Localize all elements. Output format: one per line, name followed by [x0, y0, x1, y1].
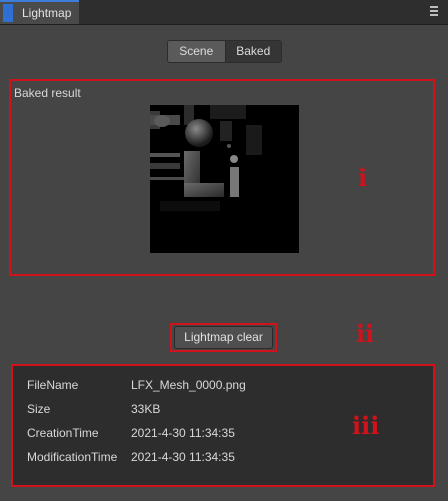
- tab-lightmap[interactable]: Lightmap: [0, 0, 79, 24]
- view-toggle: Scene Baked: [167, 40, 282, 63]
- info-key: Size: [27, 402, 51, 416]
- info-key: ModificationTime: [27, 450, 118, 464]
- scene-button[interactable]: Scene: [168, 41, 225, 62]
- annotation-marker-i: i: [358, 163, 368, 192]
- panel-titlebar: Lightmap: [0, 0, 448, 25]
- hamburger-menu-icon[interactable]: [428, 4, 440, 18]
- baked-result-section: Baked result: [9, 79, 435, 276]
- info-value: LFX_Mesh_0000.png: [131, 378, 246, 392]
- lightmap-clear-button[interactable]: Lightmap clear: [174, 326, 273, 349]
- info-value: 33KB: [131, 402, 161, 416]
- baked-result-label: Baked result: [14, 86, 81, 100]
- tab-label: Lightmap: [22, 6, 72, 20]
- info-key: CreationTime: [27, 426, 99, 440]
- lightmap-preview-image: [150, 105, 299, 253]
- annotation-marker-ii: ii: [356, 319, 375, 348]
- annotation-marker-iii: iii: [352, 411, 380, 440]
- info-value: 2021-4-30 11:34:35: [131, 450, 235, 464]
- info-key: FileName: [27, 378, 79, 392]
- lightmap-preview-graphic: [150, 105, 299, 253]
- baked-button[interactable]: Baked: [224, 41, 281, 62]
- info-value: 2021-4-30 11:34:35: [131, 426, 235, 440]
- tab-accent-icon: [3, 4, 13, 22]
